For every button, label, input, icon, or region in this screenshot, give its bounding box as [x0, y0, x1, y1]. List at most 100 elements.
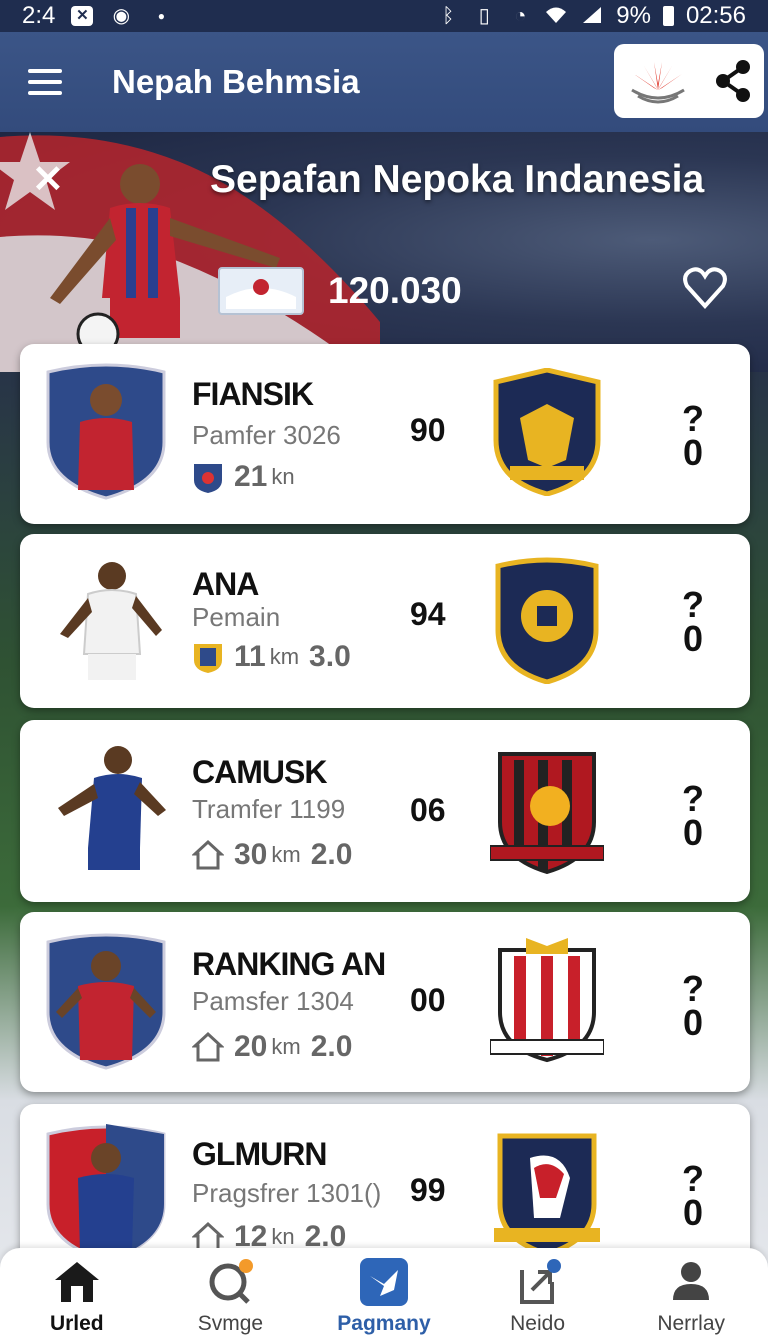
player-rating: 94 — [410, 596, 446, 632]
bottom-navigation: Urled Svmge Pagmany Neido Nerrlay — [0, 1248, 768, 1344]
nfc-icon: ▯ — [478, 5, 490, 27]
player-avatar — [58, 746, 166, 870]
nav-label: Neido — [510, 1312, 566, 1335]
app-notification-icon: ◉ — [112, 5, 131, 27]
club-crest-icon — [495, 557, 599, 684]
player-meta: 11 km 3.0 — [192, 640, 351, 674]
search-icon — [209, 1259, 254, 1304]
club-crest-icon — [494, 1133, 600, 1256]
player-side-top: ? — [682, 584, 704, 625]
bluetooth-icon: ᛒ — [442, 5, 455, 27]
player-rating: 90 — [410, 412, 446, 448]
nav-label: Pagmany — [337, 1312, 431, 1335]
brand-logo-icon — [630, 62, 685, 104]
home-icon — [54, 1262, 99, 1302]
share-icon[interactable] — [713, 59, 753, 103]
player-transfer: Pamsfer 1304 — [192, 986, 354, 1016]
player-side-top: ? — [682, 968, 704, 1009]
hero-banner: ✕ Sepafan Nepoka Indanesia 120.030 — [0, 132, 768, 372]
nav-label: Nerrlay — [657, 1312, 726, 1335]
nav-item-home[interactable]: Urled — [0, 1248, 154, 1344]
home-icon — [192, 1031, 224, 1062]
player-avatar — [46, 933, 166, 1070]
player-side-bottom: 0 — [682, 432, 704, 473]
player-distance-unit: km — [271, 842, 301, 867]
player-distance-unit: km — [269, 644, 300, 669]
player-side-bottom: 0 — [682, 812, 704, 853]
player-card[interactable]: CAMUSK Tramfer 1199 30 km 2.0 06 ? 0 — [20, 720, 750, 902]
player-name: CAMUSK — [192, 754, 327, 790]
club-crest-icon — [490, 938, 604, 1063]
dot-icon: ● — [157, 9, 165, 23]
bird-icon — [359, 1258, 408, 1306]
player-side-bottom: 0 — [682, 1192, 704, 1233]
hero-title: Sepafan Nepoka Indanesia — [210, 158, 705, 201]
player-side-top: ? — [682, 778, 704, 819]
heart-icon[interactable] — [682, 266, 728, 310]
nav-item-neido[interactable]: Neido — [461, 1248, 615, 1344]
club-badge-icon — [194, 464, 222, 493]
nav-label: Svmge — [197, 1312, 264, 1335]
player-distance: 21 — [234, 460, 268, 493]
player-extra: 3.0 — [309, 640, 351, 673]
player-rating: 99 — [410, 1172, 446, 1208]
hero-value: 120.030 — [328, 270, 462, 311]
nav-item-nerrlay[interactable]: Nerrlay — [614, 1248, 768, 1344]
status-bar: 2:4 ✕ ◉ ● ᛒ ▯ ◔ 9% 02:56 — [0, 0, 768, 32]
player-side-bottom: 0 — [682, 618, 704, 659]
player-distance: 20 — [234, 1030, 268, 1063]
club-badge-icon — [194, 644, 222, 673]
player-distance-unit: kn — [271, 464, 295, 489]
player-transfer: Pamfer 3026 — [192, 420, 341, 450]
player-avatar — [60, 562, 162, 680]
wifi-icon — [544, 5, 568, 27]
app-title: Nepah Behmsia — [112, 63, 360, 100]
player-transfer: Pragsfrer 1301() — [192, 1178, 382, 1208]
player-name: ANA — [192, 566, 259, 602]
person-icon — [673, 1262, 710, 1300]
signal-icon — [580, 5, 604, 27]
player-name: GLMURN — [192, 1136, 327, 1172]
player-name: FIANSIK — [192, 376, 314, 412]
player-card[interactable]: RANKING AN Pamsfer 1304 20 km 2.0 00 ? 0 — [20, 912, 750, 1092]
notification-icon: ✕ — [71, 6, 94, 26]
player-extra: 2.0 — [310, 1030, 353, 1063]
player-avatar — [46, 1124, 166, 1262]
close-icon[interactable]: ✕ — [32, 161, 68, 199]
menu-icon[interactable] — [28, 69, 62, 95]
player-side-bottom: 0 — [682, 1002, 704, 1043]
player-meta: 20 km 2.0 — [192, 1030, 352, 1064]
player-distance: 11 — [234, 640, 266, 673]
nav-item-pagmany[interactable]: Pagmany — [307, 1248, 461, 1344]
player-meta: 21 kn — [192, 460, 305, 494]
player-card[interactable]: ANA Pemain 11 km 3.0 94 ? 0 — [20, 534, 750, 708]
player-rating: 00 — [410, 982, 446, 1018]
battery-icon — [662, 6, 674, 26]
player-side-top: ? — [682, 1158, 704, 1199]
player-distance: 30 — [234, 838, 268, 871]
player-extra: 2.0 — [310, 838, 353, 871]
player-distance-unit: kn — [271, 1224, 295, 1249]
hero-badge-icon — [218, 267, 304, 315]
status-time-right: 02:56 — [685, 2, 746, 29]
status-time-left: 2:4 — [22, 2, 56, 29]
player-name: RANKING AN — [192, 946, 386, 982]
battery-percent: 9% — [616, 2, 651, 29]
player-card[interactable]: FIANSIK Pamfer 3026 21 kn 90 ? 0 — [20, 344, 750, 524]
app-actions — [614, 44, 764, 118]
club-crest-icon — [490, 752, 604, 874]
player-side-top: ? — [682, 398, 704, 439]
player-transfer: Tramfer 1199 — [192, 794, 346, 824]
player-distance-unit: km — [271, 1034, 301, 1059]
home-icon — [192, 839, 224, 870]
club-crest-icon — [493, 368, 601, 496]
upload-icon — [519, 1259, 561, 1304]
nav-label: Urled — [49, 1312, 104, 1335]
app-bar: Nepah Behmsia — [0, 32, 768, 132]
player-meta: 30 km 2.0 — [192, 838, 352, 872]
player-transfer: Pemain — [192, 602, 281, 632]
player-rating: 06 — [410, 792, 446, 828]
nav-item-search[interactable]: Svmge — [154, 1248, 308, 1344]
alarm-icon: ◔ — [514, 5, 527, 27]
player-avatar — [46, 363, 166, 500]
